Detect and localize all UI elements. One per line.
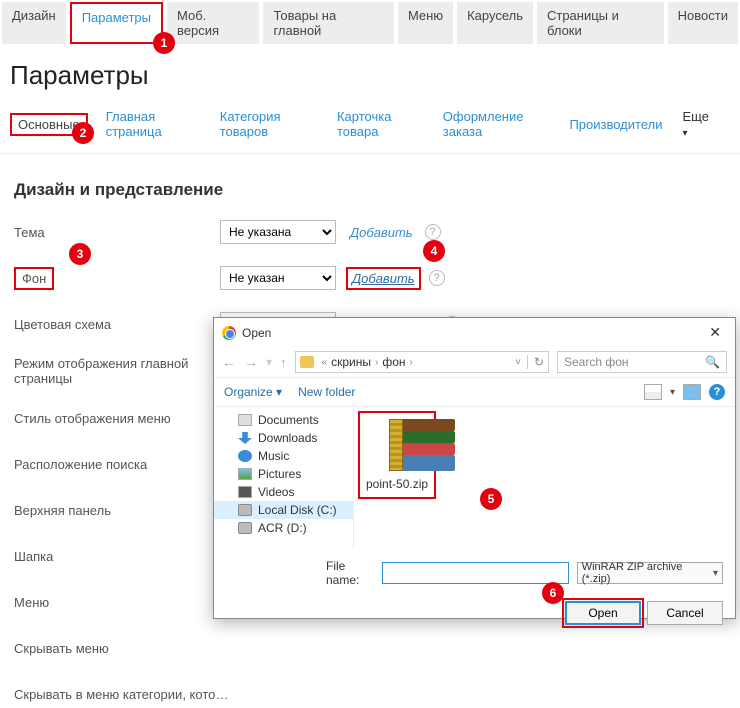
breadcrumb-path[interactable]: « скрины › фон › ˅ ↻ xyxy=(295,351,549,373)
folder-tree: Documents Downloads Music Pictures Video… xyxy=(214,407,354,549)
label-background: Фон xyxy=(14,267,54,290)
page-title: Параметры xyxy=(10,60,740,91)
breadcrumb-item[interactable]: скрины xyxy=(331,355,371,369)
organize-button[interactable]: Organize ▾ xyxy=(224,385,282,399)
dialog-titlebar: Open ✕ xyxy=(214,318,735,347)
label-display-mode: Режим отображения главной страницы xyxy=(14,356,214,386)
add-theme-link[interactable]: Добавить xyxy=(346,223,417,242)
label-header: Шапка xyxy=(14,549,220,564)
view-icon[interactable] xyxy=(644,384,662,400)
search-placeholder: Search фон xyxy=(564,355,629,369)
file-list[interactable]: point-50.zip xyxy=(354,407,735,549)
label-search-position: Расположение поиска xyxy=(14,457,220,472)
dialog-toolbar: Organize ▾ New folder ▾ ? xyxy=(214,377,735,407)
row-background: Фон Не указан Добавить ? xyxy=(14,264,726,292)
tree-item-documents[interactable]: Documents xyxy=(214,411,353,429)
nav-tab-carousel[interactable]: Карусель xyxy=(457,2,533,44)
sub-nav-tabs: Основные Главная страница Категория това… xyxy=(0,105,740,154)
select-background[interactable]: Не указан xyxy=(220,266,336,290)
forward-arrow-icon[interactable]: → xyxy=(244,354,258,370)
file-name-label: point-50.zip xyxy=(366,477,428,491)
tree-item-music[interactable]: Music xyxy=(214,447,353,465)
label-top-panel: Верхняя панель xyxy=(14,503,220,518)
search-icon: 🔍 xyxy=(705,355,720,369)
nav-tab-mobile[interactable]: Моб. версия xyxy=(167,2,259,44)
file-name-input[interactable] xyxy=(382,562,569,584)
folder-icon xyxy=(300,356,314,368)
dialog-footer: File name: WinRAR ZIP archive (*.zip) xyxy=(214,549,735,597)
sub-tab-more[interactable]: Еще xyxy=(680,105,714,143)
annotation-badge-2: 2 xyxy=(72,122,94,144)
file-type-filter[interactable]: WinRAR ZIP archive (*.zip) xyxy=(577,562,723,584)
help-icon[interactable]: ? xyxy=(429,270,445,286)
help-icon[interactable]: ? xyxy=(425,224,441,240)
zip-archive-icon xyxy=(367,419,427,473)
row-hide-categories: Скрывать в меню категории, кото… xyxy=(14,680,726,708)
help-icon[interactable]: ? xyxy=(709,384,725,400)
sub-tab-category[interactable]: Категория товаров xyxy=(218,105,319,143)
open-button[interactable]: Open xyxy=(565,601,641,625)
nav-tab-homepage-products[interactable]: Товары на главной xyxy=(263,2,393,44)
label-hide-menu: Скрывать меню xyxy=(14,641,220,656)
file-open-dialog: Open ✕ ← → ▾ ↑ « скрины › фон › ˅ ↻ Sear… xyxy=(213,317,736,619)
nav-tab-parameters[interactable]: Параметры xyxy=(70,2,163,44)
tree-item-videos[interactable]: Videos xyxy=(214,483,353,501)
cancel-button[interactable]: Cancel xyxy=(647,601,723,625)
back-arrow-icon[interactable]: ← xyxy=(222,354,236,370)
annotation-badge-5: 5 xyxy=(480,488,502,510)
search-input[interactable]: Search фон 🔍 xyxy=(557,351,727,373)
nav-tab-design[interactable]: Дизайн xyxy=(2,2,66,44)
dialog-title: Open xyxy=(242,326,271,340)
row-theme: Тема Не указана Добавить ? xyxy=(14,218,726,246)
breadcrumb-item[interactable]: фон xyxy=(382,355,405,369)
nav-tab-news[interactable]: Новости xyxy=(668,2,738,44)
annotation-badge-1: 1 xyxy=(153,32,175,54)
main-nav-tabs: Дизайн Параметры Моб. версия Товары на г… xyxy=(0,0,740,46)
nav-tab-pages-blocks[interactable]: Страницы и блоки xyxy=(537,2,664,44)
annotation-badge-4: 4 xyxy=(423,240,445,262)
dialog-nav: ← → ▾ ↑ « скрины › фон › ˅ ↻ Search фон … xyxy=(214,347,735,377)
close-icon[interactable]: ✕ xyxy=(703,324,727,341)
label-menu: Меню xyxy=(14,595,220,610)
annotation-badge-3: 3 xyxy=(69,243,91,265)
up-arrow-icon[interactable]: ↑ xyxy=(280,355,287,370)
tree-item-local-disk-c[interactable]: Local Disk (C:) xyxy=(214,501,353,519)
row-hide-menu: Скрывать меню xyxy=(14,634,726,662)
section-title: Дизайн и представление xyxy=(14,180,726,200)
file-tile-zip[interactable]: point-50.zip xyxy=(358,411,436,499)
new-folder-button[interactable]: New folder xyxy=(298,385,355,399)
tree-item-acr-d[interactable]: ACR (D:) xyxy=(214,519,353,537)
label-menu-style: Стиль отображения меню xyxy=(14,411,220,426)
file-name-label: File name: xyxy=(326,559,374,587)
tree-item-downloads[interactable]: Downloads xyxy=(214,429,353,447)
label-hide-categories: Скрывать в меню категории, кото… xyxy=(14,687,274,702)
annotation-badge-6: 6 xyxy=(542,582,564,604)
sub-tab-checkout[interactable]: Оформление заказа xyxy=(441,105,552,143)
tree-item-pictures[interactable]: Pictures xyxy=(214,465,353,483)
refresh-icon[interactable]: ↻ xyxy=(527,355,544,369)
label-theme: Тема xyxy=(14,225,220,240)
label-color-scheme: Цветовая схема xyxy=(14,317,220,332)
sub-tab-homepage[interactable]: Главная страница xyxy=(104,105,202,143)
nav-tab-menu[interactable]: Меню xyxy=(398,2,453,44)
add-background-link[interactable]: Добавить xyxy=(346,267,421,290)
chrome-icon xyxy=(222,326,236,340)
sub-tab-product-card[interactable]: Карточка товара xyxy=(335,105,425,143)
sub-tab-manufacturers[interactable]: Производители xyxy=(567,113,664,136)
preview-icon[interactable] xyxy=(683,384,701,400)
select-theme[interactable]: Не указана xyxy=(220,220,336,244)
